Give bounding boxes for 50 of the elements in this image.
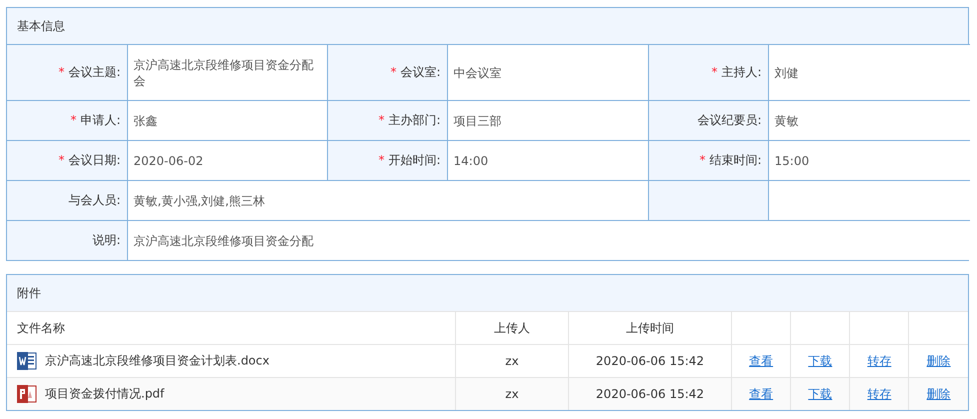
field-value: 刘健 (774, 66, 798, 80)
column-header: 上传时间 (568, 312, 732, 344)
field-value: 项目三部 (454, 114, 502, 128)
field-value: 京沪高速北京段维修项目资金分配 (134, 234, 314, 248)
field-label: 会议主题: (68, 65, 120, 79)
required-mark: * (711, 65, 718, 79)
field-label: 与会人员: (68, 193, 120, 207)
column-header: 上传人 (456, 312, 568, 344)
column-header (908, 312, 968, 344)
action-link[interactable]: 下载 (808, 354, 832, 368)
required-mark: * (699, 153, 706, 167)
field-value: 黄敏 (774, 114, 798, 128)
action-link[interactable]: 下载 (808, 386, 832, 400)
action-link[interactable]: 查看 (749, 386, 774, 400)
field-value: 黄敏,黄小强,刘健,熊三林 (134, 194, 265, 208)
required-mark: * (378, 153, 384, 167)
document-icon (17, 351, 37, 371)
field-label: 主持人: (721, 65, 762, 79)
field-value: 2020-06-02 (134, 154, 204, 168)
action-link[interactable]: 查看 (749, 354, 774, 368)
required-mark: * (70, 113, 76, 127)
field-label: 会议室: (400, 65, 440, 79)
field-label: 结束时间: (709, 153, 762, 167)
required-mark: * (378, 113, 384, 127)
field-value: 中会议室 (454, 66, 502, 80)
field-label: 说明: (92, 233, 120, 247)
panel-title: 附件 (7, 275, 968, 311)
column-header: 文件名称 (7, 312, 456, 344)
table-cell: 2020-06-06 15:42 (568, 378, 732, 410)
action-link[interactable]: 删除 (926, 386, 951, 400)
required-mark: * (58, 153, 64, 167)
action-link[interactable]: 转存 (867, 354, 892, 368)
table-cell: zx (456, 378, 568, 410)
field-label: 开始时间: (388, 153, 440, 167)
field-label: 申请人: (80, 113, 120, 127)
field-label: 会议日期: (68, 153, 120, 167)
action-link[interactable]: 删除 (926, 354, 951, 368)
action-link[interactable]: 转存 (867, 386, 892, 400)
panel-title: 基本信息 (7, 8, 968, 44)
field-label: 主办部门: (388, 113, 440, 127)
file-name: 项目资金拨付情况.pdf (45, 386, 164, 400)
field-value: 京沪高速北京段维修项目资金分配会 (134, 58, 314, 88)
pdf-icon (17, 384, 37, 404)
field-label: 会议纪要员: (697, 113, 762, 127)
field-value: 14:00 (454, 154, 488, 168)
required-mark: * (390, 65, 396, 79)
file-name: 京沪高速北京段维修项目资金计划表.docx (45, 354, 270, 368)
field-value: 15:00 (774, 154, 810, 168)
field-value: 张鑫 (134, 114, 158, 128)
required-mark: * (58, 65, 64, 79)
